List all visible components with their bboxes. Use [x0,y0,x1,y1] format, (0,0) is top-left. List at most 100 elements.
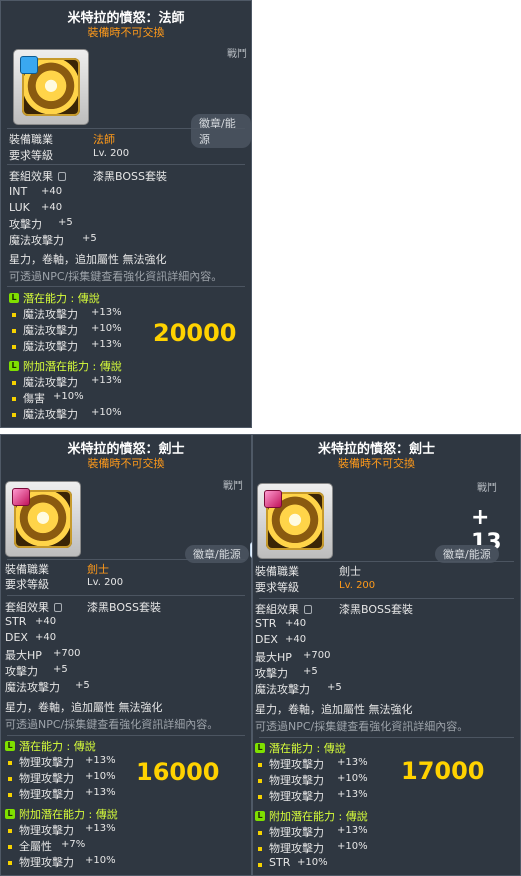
potential-value: +13% [337,757,368,768]
job-label: 裝備職業 [5,563,49,576]
legendary-tier-icon: L [9,293,19,303]
bullet-icon [12,381,16,385]
emblem-energy-button[interactable]: 徽章/能源 [185,545,249,563]
divider [259,598,514,599]
potential-title: 潛在能力 : 傳說 [23,292,100,305]
req-level-value: Lv. 200 [93,148,130,159]
potential-value: +10% [85,771,116,782]
stat-value: +5 [53,664,68,675]
item-icon-frame [257,483,333,559]
potential-value: +10% [337,773,368,784]
bullet-icon [12,397,16,401]
untradeable-notice: 裝備時不可交換 [87,26,165,39]
stat-name: 魔法攻擊力 [5,681,60,694]
legendary-tier-icon: L [255,743,265,753]
lock-icon [58,172,66,181]
emblem-energy-button[interactable]: 徽章/能源 [191,114,251,148]
req-level-value: Lv. 200 [339,580,376,591]
item-icon-frame [5,481,81,557]
stat-name: 最大HP [255,651,292,664]
potential-value: +10% [91,323,122,334]
lock-icon [304,605,312,614]
bonus-name: 物理攻擊力 [19,824,74,837]
bonus-name: 傷害 [23,392,45,405]
bonus-name: 物理攻擊力 [19,856,74,869]
set-effect-label: 套組效果 [5,601,49,614]
bonus-value: +10% [53,391,84,402]
stat-value: +40 [41,186,63,197]
divider [7,735,245,736]
divider [259,561,514,562]
stat-value: +40 [35,632,57,643]
bullet-icon [258,779,262,783]
divider [259,737,514,738]
price-label: 17000 [401,757,485,785]
badge-icon [20,56,38,74]
untradeable-notice: 裝備時不可交換 [338,457,415,470]
bullet-icon [8,761,12,765]
legendary-tier-icon: L [5,741,15,751]
potential-name: 物理攻擊力 [269,774,324,787]
legendary-tier-icon: L [5,809,15,819]
stat-value: +40 [285,634,307,645]
bonus-value: +10% [85,855,116,866]
set-effect-row: 套組效果 [5,599,67,615]
stat-value: +40 [41,202,63,213]
bonus-name: 物理攻擊力 [269,826,324,839]
npc-note: 可透過NPC/採集鍵查看強化資訊詳細內容。 [255,720,469,733]
potential-title: 潛在能力 : 傳說 [19,740,96,753]
badge-icon [12,488,30,506]
divider [7,286,245,287]
stat-name: 魔法攻擊力 [9,234,64,247]
potential-name: 魔法攻擊力 [23,324,78,337]
bonus-value: +10% [91,407,122,418]
potential-value: +13% [85,787,116,798]
bullet-icon [12,313,16,317]
stat-name: DEX [5,631,28,644]
bullet-icon [8,861,12,865]
price-label: 20000 [153,319,237,347]
bonus-name: 全屬性 [19,840,52,853]
bullet-icon [258,763,262,767]
set-effect-label: 套組效果 [9,170,53,183]
npc-note: 可透過NPC/採集鍵查看強化資訊詳細內容。 [5,718,219,731]
job-value: 劍士 [87,563,109,576]
enhance-note: 星力，卷軸，追加屬性 無法強化 [9,253,167,266]
potential-value: +13% [337,789,368,800]
bullet-icon [258,847,262,851]
bonus-value: +13% [337,825,368,836]
bonus-potential-title: 附加潛在能力 : 傳說 [23,360,122,373]
set-effect-row: 套組效果 [9,168,71,184]
stat-value: +5 [303,666,318,677]
bonus-value: +13% [85,823,116,834]
bonus-value: +10% [297,857,328,868]
tooltip-card-warrior-1: 米特拉的憤怒：劍士 裝備時不可交換 戰鬥 徽章/能源 裝備職業 劍士 要求等級 … [0,434,252,876]
stat-name: 攻擊力 [9,218,42,231]
set-effect-label: 套組效果 [255,603,299,616]
combat-label: 戰鬥 [223,481,243,492]
potential-value: +13% [91,307,122,318]
set-effect-value: 漆黑BOSS套裝 [87,601,161,614]
bullet-icon [258,863,262,867]
enhance-note: 星力，卷軸，追加屬性 無法強化 [5,701,163,714]
tooltip-card-warrior-2: 米特拉的憤怒：劍士 裝備時不可交換 戰鬥 + 13 徽章/能源 裝備職業 劍士 … [252,434,521,876]
lock-icon [54,603,62,612]
potential-value: +13% [85,755,116,766]
divider [7,128,245,129]
stat-name: 攻擊力 [255,667,288,680]
bullet-icon [12,345,16,349]
stat-name: DEX [255,633,278,646]
bonus-name: 魔法攻擊力 [23,376,78,389]
potential-value: +13% [91,339,122,350]
stat-value: +5 [327,682,342,693]
stat-name: LUK [9,201,30,214]
req-level-label: 要求等級 [9,149,53,162]
potential-name: 物理攻擊力 [269,758,324,771]
stat-name: 最大HP [5,649,42,662]
bullet-icon [8,829,12,833]
stat-name: STR [255,617,277,630]
combat-label: 戰鬥 [477,483,497,494]
stat-name: 攻擊力 [5,665,38,678]
bullet-icon [258,831,262,835]
bonus-name: STR [269,856,291,869]
